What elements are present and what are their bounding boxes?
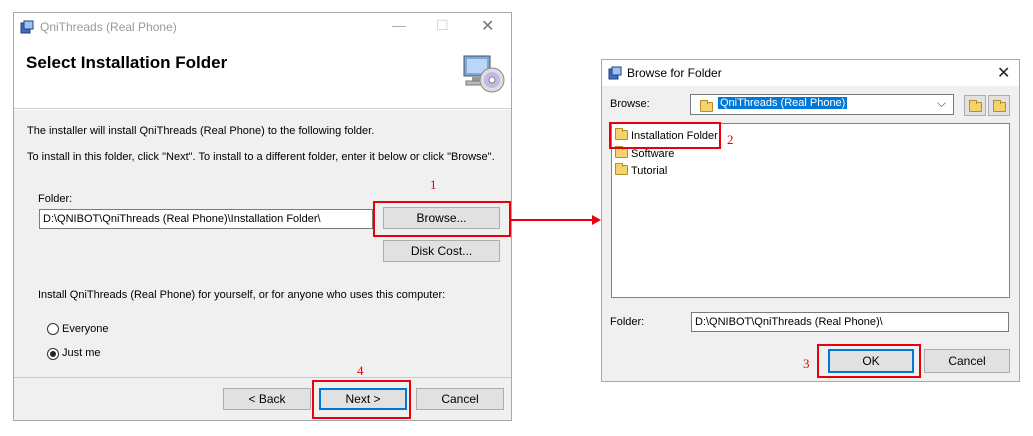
folder-label: Folder: — [38, 193, 73, 205]
browse-folder-label: Folder: — [610, 316, 645, 328]
back-button[interactable]: < Back — [223, 388, 311, 410]
app-icon — [608, 66, 622, 80]
installer-header: Select Installation Folder — [14, 43, 511, 109]
disk-cost-button[interactable]: Disk Cost... — [383, 240, 500, 262]
folder-icon — [615, 146, 628, 158]
browse-location-dropdown[interactable]: QniThreads (Real Phone) ⌵ — [690, 94, 954, 115]
radio-just-me[interactable] — [47, 348, 59, 360]
close-icon[interactable]: ✕ — [997, 63, 1010, 83]
folder-icon — [700, 100, 716, 114]
close-icon[interactable]: ✕ — [481, 16, 494, 36]
folder-up-icon — [969, 100, 985, 114]
step-number-4: 4 — [357, 363, 364, 378]
maximize-icon[interactable]: ☐ — [436, 17, 449, 34]
intro-line-1: The installer will install QniThreads (R… — [27, 125, 375, 137]
browse-folder-dialog: Browse for Folder ✕ Browse: QniThreads (… — [601, 59, 1020, 382]
installer-window-title: QniThreads (Real Phone) — [40, 20, 177, 34]
radio-just-me-label[interactable]: Just me — [62, 347, 101, 359]
footer-divider — [14, 377, 511, 378]
radio-everyone-label[interactable]: Everyone — [62, 323, 108, 335]
minimize-icon[interactable]: — — [392, 17, 406, 33]
arrow-connector — [510, 215, 601, 225]
page-title: Select Installation Folder — [26, 53, 228, 72]
folder-icon — [615, 163, 628, 175]
new-folder-icon — [993, 100, 1009, 114]
chevron-down-icon[interactable]: ⌵ — [937, 96, 946, 111]
cancel-button[interactable]: Cancel — [416, 388, 504, 410]
computer-cd-icon — [460, 50, 506, 96]
highlight-next — [312, 380, 411, 419]
browse-location-value: QniThreads (Real Phone) — [718, 97, 848, 109]
highlight-ok — [817, 344, 921, 378]
app-icon — [20, 20, 34, 34]
browse-title-bar: Browse for Folder ✕ — [602, 60, 1019, 86]
install-for-text: Install QniThreads (Real Phone) for your… — [38, 289, 446, 301]
tree-item-software[interactable]: Software — [615, 146, 674, 160]
folder-tree[interactable]: Installation Folder Software Tutorial — [611, 123, 1010, 298]
browse-dialog-title: Browse for Folder — [627, 66, 722, 80]
step-number-2: 2 — [727, 132, 734, 147]
browse-folder-path-input[interactable]: D:\QNIBOT\QniThreads (Real Phone)\ — [691, 312, 1009, 332]
radio-everyone[interactable] — [47, 323, 59, 335]
new-folder-button[interactable] — [988, 95, 1010, 116]
folder-path-input[interactable]: D:\QNIBOT\QniThreads (Real Phone)\Instal… — [39, 209, 373, 229]
installer-title-bar: QniThreads (Real Phone) — ☐ ✕ — [14, 13, 511, 43]
step-number-3: 3 — [803, 356, 810, 371]
intro-line-2: To install in this folder, click "Next".… — [27, 151, 495, 163]
up-one-level-button[interactable] — [964, 95, 986, 116]
step-number-1: 1 — [430, 177, 437, 192]
highlight-browse — [373, 201, 511, 237]
browse-cancel-button[interactable]: Cancel — [924, 349, 1010, 373]
browse-label: Browse: — [610, 98, 650, 110]
highlight-installation-folder — [609, 122, 721, 149]
tree-item-tutorial[interactable]: Tutorial — [615, 163, 667, 177]
